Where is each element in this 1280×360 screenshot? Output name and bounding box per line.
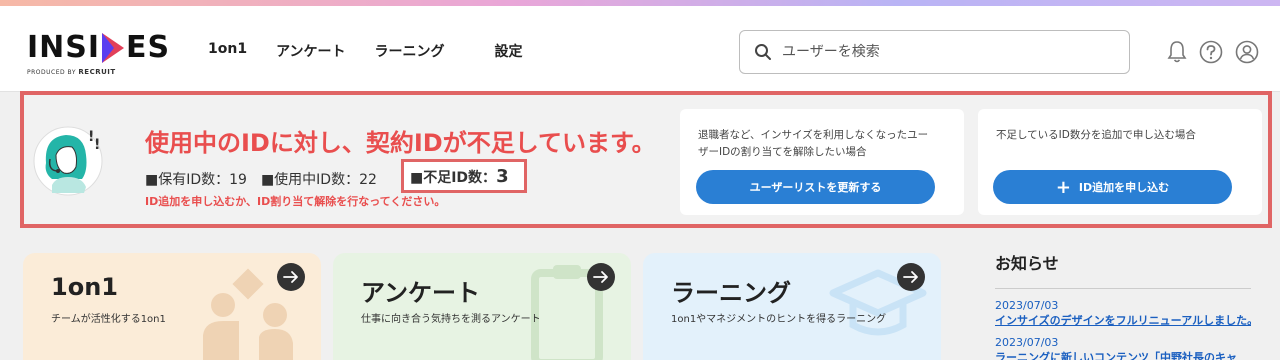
help-icon[interactable] bbox=[1199, 40, 1223, 64]
release-id-card: 退職者など、インサイズを利用しなくなったユー ザーIDの割り当てを解除したい場合 … bbox=[680, 109, 964, 215]
news-item-date: 2023/07/03 bbox=[995, 299, 1059, 312]
tile-survey-arrow-icon[interactable] bbox=[587, 263, 615, 291]
logo-text-left: INSI bbox=[27, 30, 101, 65]
tile-1on1-desc: チームが活性化する1on1 bbox=[51, 314, 166, 325]
news-divider bbox=[995, 288, 1251, 289]
alert-title: 使用中のIDに対し、契約IDが不足しています。 bbox=[145, 129, 656, 157]
logo-produced-by: PRODUCED BY bbox=[27, 69, 76, 76]
shortage-value: 3 bbox=[496, 166, 509, 187]
release-id-description-line1: 退職者など、インサイズを利用しなくなったユー bbox=[698, 129, 929, 141]
support-avatar-illustration: ! ! bbox=[33, 126, 103, 196]
news-panel: お知らせ 2023/07/03 インサイズのデザインをフルリニューアルしました。… bbox=[995, 250, 1251, 360]
in-use-id-count: ■使用中ID数：22 bbox=[260, 172, 377, 188]
nav-settings[interactable]: 設定 bbox=[495, 41, 523, 61]
tile-learning-desc: 1on1やマネジメントのヒントを得るラーニング bbox=[671, 314, 887, 325]
plus-icon: + bbox=[1055, 176, 1071, 198]
app-header: INSI ES PRODUCED BY RECRUIT 1on1 アンケート ラー… bbox=[0, 6, 1280, 92]
apply-add-id-button[interactable]: + ID追加を申し込む bbox=[993, 170, 1232, 204]
alert-hint: ID追加を申し込むか、ID割り当て解除を行なってください。 bbox=[145, 195, 446, 208]
add-id-description: 不足しているID数分を追加で申し込む場合 bbox=[996, 129, 1196, 141]
shortage-id-count: ■不足ID数：3 bbox=[401, 159, 527, 193]
search-input[interactable] bbox=[782, 39, 1112, 65]
news-title: お知らせ bbox=[995, 254, 1059, 273]
news-item-link[interactable]: ラーニングに新しいコンテンツ「中野社長のキャ bbox=[995, 349, 1251, 360]
tile-learning[interactable]: ラーニング 1on1やマネジメントのヒントを得るラーニング bbox=[643, 253, 941, 360]
logo-text-right: ES bbox=[126, 30, 171, 65]
id-stats: ■保有ID数：19 ■使用中ID数：22 bbox=[145, 169, 391, 189]
account-icon[interactable] bbox=[1235, 40, 1259, 64]
tile-learning-arrow-icon[interactable] bbox=[897, 263, 925, 291]
logo-company: RECRUIT bbox=[78, 68, 116, 76]
nav-survey[interactable]: アンケート bbox=[276, 41, 345, 61]
tile-learning-title: ラーニング bbox=[671, 279, 791, 307]
apply-add-id-label: ID追加を申し込む bbox=[1078, 181, 1170, 194]
main-nav: 1on1 アンケート ラーニング 設定 bbox=[206, 41, 523, 61]
news-item-link[interactable]: インサイズのデザインをフルリニューアルしました。 bbox=[995, 312, 1251, 328]
update-user-list-button[interactable]: ユーザーリストを更新する bbox=[696, 170, 935, 204]
shortage-label: ■不足ID数： bbox=[410, 170, 497, 186]
search-icon bbox=[755, 44, 771, 60]
tile-survey[interactable]: アンケート 仕事に向き合う気持ちを測るアンケート bbox=[333, 253, 631, 360]
tile-1on1[interactable]: 1on1 チームが活性化する1on1 bbox=[23, 253, 321, 360]
logo-wordmark: INSI ES bbox=[27, 30, 171, 65]
svg-text:!: ! bbox=[94, 137, 100, 153]
bell-icon[interactable] bbox=[1167, 40, 1187, 64]
release-id-description-line2: ザーIDの割り当てを解除したい場合 bbox=[698, 146, 867, 158]
logo-triangle-icon bbox=[102, 32, 125, 63]
insides-logo[interactable]: INSI ES PRODUCED BY RECRUIT bbox=[27, 30, 171, 82]
id-shortage-alert: ! ! 使用中のIDに対し、契約IDが不足しています。 ■保有ID数：19 ■使用… bbox=[20, 91, 1272, 228]
user-search-box[interactable] bbox=[739, 30, 1130, 74]
tile-survey-title: アンケート bbox=[361, 279, 481, 307]
logo-subtitle: PRODUCED BY RECRUIT bbox=[27, 68, 167, 76]
owned-id-count: ■保有ID数：19 bbox=[145, 172, 247, 188]
nav-learning[interactable]: ラーニング bbox=[375, 41, 445, 61]
news-item-date: 2023/07/03 bbox=[995, 336, 1059, 349]
tile-1on1-arrow-icon[interactable] bbox=[277, 263, 305, 291]
tile-1on1-title: 1on1 bbox=[51, 273, 118, 301]
add-id-card: 不足しているID数分を追加で申し込む場合 + ID追加を申し込む bbox=[978, 109, 1262, 215]
tile-survey-desc: 仕事に向き合う気持ちを測るアンケート bbox=[361, 314, 541, 325]
release-id-description: 退職者など、インサイズを利用しなくなったユー ザーIDの割り当てを解除したい場合 bbox=[698, 127, 928, 161]
nav-1on1[interactable]: 1on1 bbox=[208, 41, 247, 61]
